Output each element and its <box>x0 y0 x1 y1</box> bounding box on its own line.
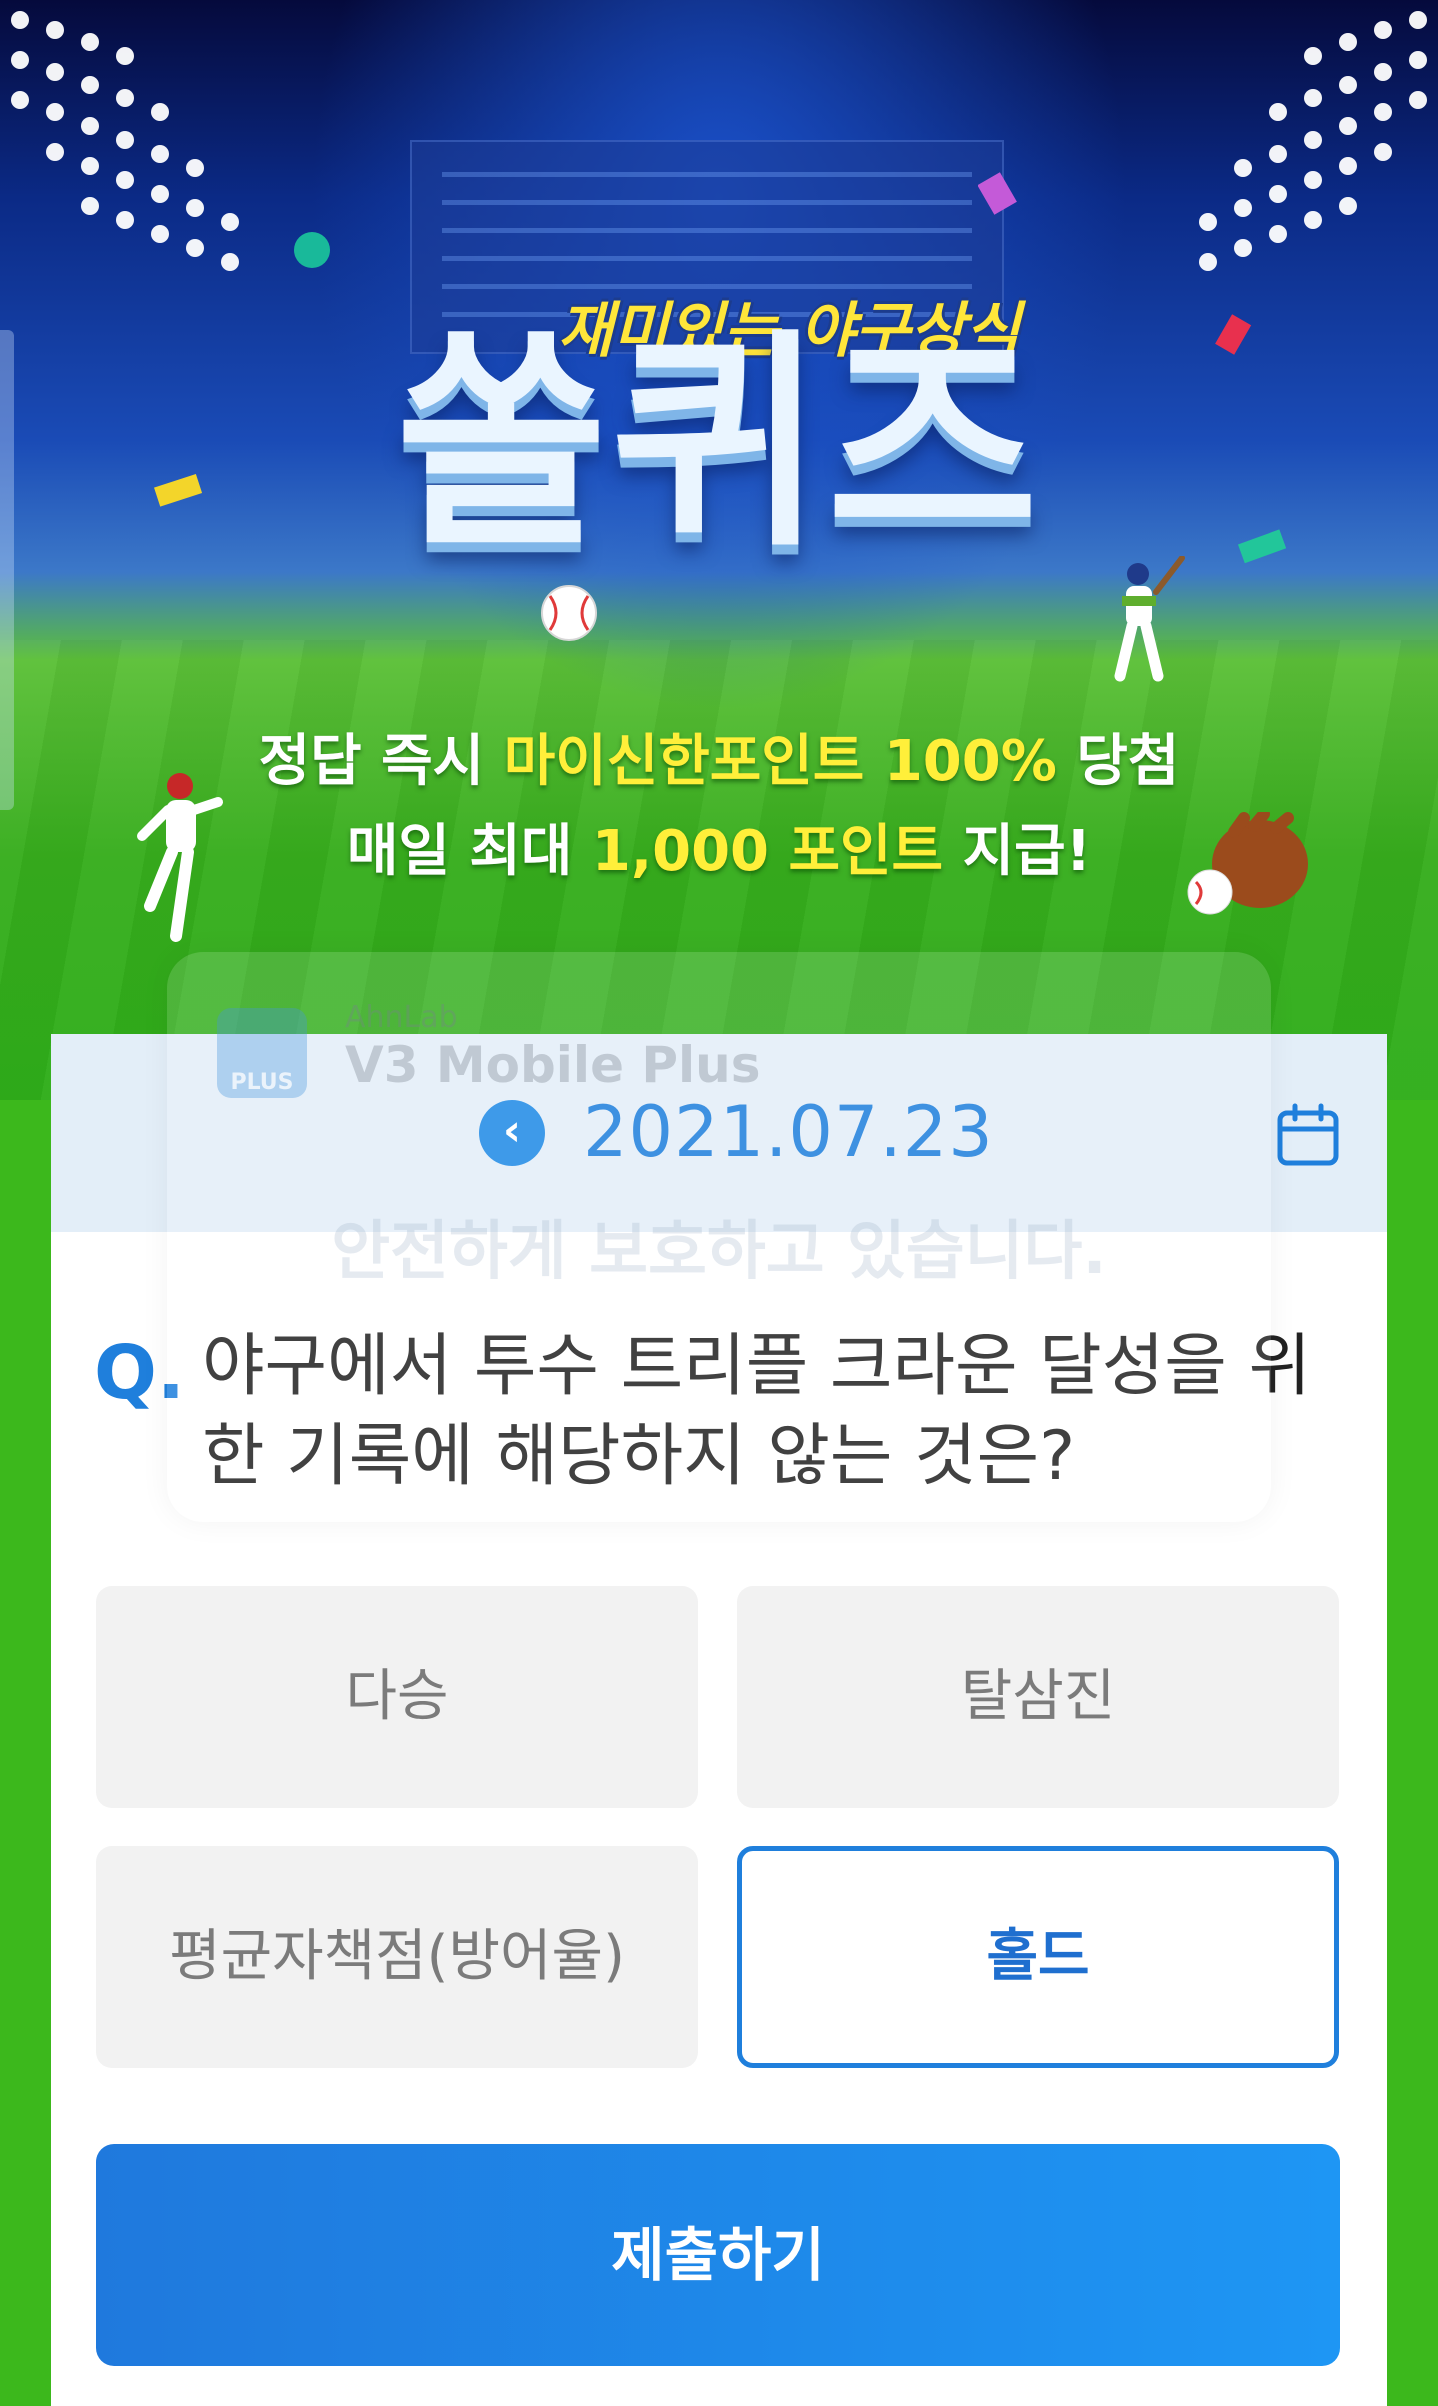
confetti-icon <box>978 172 1017 215</box>
floodlight-left-icon <box>11 11 239 271</box>
edge-panel-handle[interactable] <box>0 330 14 810</box>
answer-option-3[interactable]: 평균자책점(방어율) <box>96 1846 698 2068</box>
calendar-icon[interactable] <box>1275 1102 1341 1168</box>
promo-line-1-prefix: 정답 즉시 <box>258 729 504 794</box>
toast-company: AhnLab <box>345 1000 458 1035</box>
security-toast-overlay: PLUS AhnLab V3 Mobile Plus 안전하게 보호하고 있습니… <box>167 952 1271 1522</box>
promo-line-2-prefix: 매일 최대 <box>346 819 592 884</box>
baseball-icon <box>541 585 597 641</box>
answer-option-1[interactable]: 다승 <box>96 1586 698 1808</box>
submit-button[interactable]: 제출하기 <box>96 2144 1340 2366</box>
floodlight-right-icon <box>1199 11 1427 271</box>
answer-option-2[interactable]: 탈삼진 <box>737 1586 1339 1808</box>
banner-title: 쏠퀴즈 <box>395 311 1043 578</box>
toast-app-name: V3 Mobile Plus <box>345 1036 761 1094</box>
promo-line-2: 매일 최대 1,000 포인트 지급! <box>0 806 1438 887</box>
answer-option-4-selected[interactable]: 홀드 <box>737 1846 1339 2068</box>
batter-player-icon <box>1114 556 1185 682</box>
promo-line-2-suffix: 지급! <box>943 819 1092 884</box>
promo-line-1-highlight: 마이신한포인트 100% <box>503 729 1057 794</box>
toast-message: 안전하게 보호하고 있습니다. <box>331 1215 1107 1289</box>
promo-line-1-suffix: 당첨 <box>1056 729 1180 794</box>
promo-line-2-highlight: 1,000 포인트 <box>591 819 944 884</box>
confetti-icon <box>294 232 330 268</box>
quiz-banner: 재미있는 야구상식 쏠퀴즈 정답 즉시 마이신한포인트 100% 당첨 매일 최… <box>0 0 1438 1100</box>
v3-logo-icon: PLUS <box>217 1008 307 1098</box>
promo-line-1: 정답 즉시 마이신한포인트 100% 당첨 <box>0 716 1438 797</box>
